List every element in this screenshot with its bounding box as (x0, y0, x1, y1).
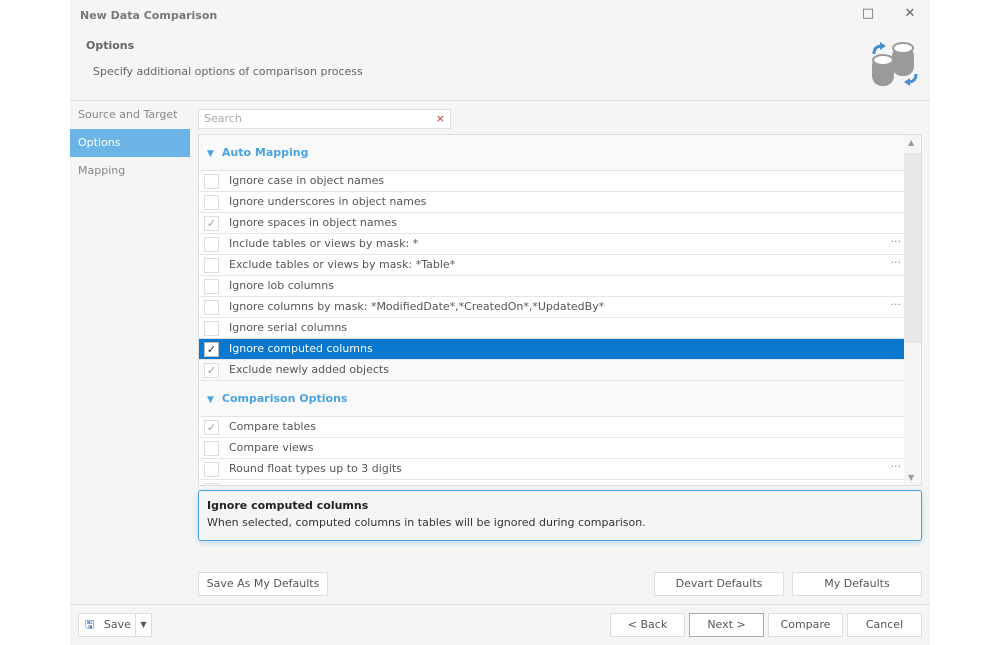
save-dropdown-icon[interactable]: ▼ (135, 614, 151, 636)
more-options-icon[interactable]: ··· (891, 232, 902, 252)
option-row[interactable]: Include tables or views by mask: * ··· (199, 234, 905, 255)
footer-divider (70, 604, 930, 605)
save-button[interactable]: 🖫 Save ▼ (78, 613, 152, 637)
option-label: Compare views (229, 441, 314, 454)
search-placeholder: Search (204, 112, 242, 125)
checkbox[interactable] (204, 174, 219, 189)
option-row[interactable]: Ignore lob columns (199, 276, 905, 297)
option-label: Ignore serial columns (229, 321, 348, 334)
checkbox[interactable] (204, 483, 219, 485)
chevron-down-icon[interactable]: ▼ (207, 149, 214, 159)
page-subtitle: Specify additional options of comparison… (93, 65, 363, 78)
maximize-button[interactable]: □ (858, 6, 878, 26)
search-input[interactable]: Search × (198, 109, 451, 129)
option-row[interactable] (199, 480, 905, 485)
group-header[interactable]: ▼ Comparison Options (199, 381, 921, 417)
option-label: Compare tables (229, 420, 316, 433)
more-options-icon[interactable]: ··· (891, 253, 902, 273)
checkbox[interactable] (204, 321, 219, 336)
option-row[interactable]: Round float types up to 3 digits ··· (199, 459, 905, 480)
option-label: Round float types up to 3 digits (229, 462, 402, 475)
checkbox[interactable] (204, 441, 219, 456)
sidebar-item-source-and-target[interactable]: Source and Target (70, 101, 190, 129)
save-as-my-defaults-button[interactable]: Save As My Defaults (198, 572, 328, 596)
option-label: Ignore lob columns (229, 279, 334, 292)
group-header[interactable]: ▼ Auto Mapping (199, 135, 921, 171)
checkbox[interactable] (204, 195, 219, 210)
checkbox[interactable]: ✓ (204, 342, 219, 357)
checkbox[interactable] (204, 300, 219, 315)
options-list: ▼ Auto Mapping Ignore case in object names… (198, 134, 922, 486)
option-label: Exclude newly added objects (229, 363, 389, 376)
next-button[interactable]: Next > (689, 613, 764, 637)
group-title: Auto Mapping (221, 146, 309, 159)
checkbox[interactable]: ✓ (204, 216, 219, 231)
option-label: Ignore spaces in object names (229, 216, 397, 229)
checkbox[interactable] (204, 258, 219, 273)
checkbox[interactable] (204, 279, 219, 294)
more-options-icon[interactable]: ··· (891, 457, 902, 477)
save-label: Save (103, 618, 131, 631)
option-label: Include tables or views by mask: * (229, 237, 419, 250)
option-label: Ignore underscores in object names (229, 195, 427, 208)
option-row[interactable]: Compare views (199, 438, 905, 459)
clear-search-icon[interactable]: × (436, 110, 445, 128)
description-text: When selected, computed columns in table… (207, 516, 646, 529)
scroll-down-icon[interactable]: ▼ (908, 473, 914, 482)
option-label: Exclude tables or views by mask: *Table* (229, 258, 456, 271)
option-label: Ignore columns by mask: *ModifiedDate*,*… (229, 300, 605, 313)
back-button[interactable]: < Back (610, 613, 685, 637)
option-row[interactable]: ✓ Ignore spaces in object names (199, 213, 905, 234)
option-row[interactable]: ✓ Ignore computed columns (199, 339, 905, 360)
option-row[interactable]: ✓ Exclude newly added objects (199, 360, 905, 381)
option-label: Ignore case in object names (229, 174, 385, 187)
more-options-icon[interactable]: ··· (891, 295, 902, 315)
sidebar-item-mapping[interactable]: Mapping (70, 157, 190, 185)
devart-defaults-button[interactable]: Devart Defaults (654, 572, 784, 596)
option-row[interactable]: Exclude tables or views by mask: *Table*… (199, 255, 905, 276)
sidebar: Source and Target Options Mapping (70, 101, 190, 604)
close-button[interactable]: ✕ (900, 6, 920, 26)
option-row[interactable]: ✓ Compare tables (199, 417, 905, 438)
dialog: New Data Comparison □ ✕ Options Specify … (70, 0, 930, 645)
option-row[interactable]: Ignore columns by mask: *ModifiedDate*,*… (199, 297, 905, 318)
scrollbar-thumb[interactable] (904, 153, 921, 343)
description-title: Ignore computed columns (207, 499, 369, 512)
checkbox[interactable]: ✓ (204, 363, 219, 378)
chevron-down-icon[interactable]: ▼ (207, 395, 214, 405)
description-box: Ignore computed columns When selected, c… (198, 490, 922, 541)
database-compare-icon (872, 42, 918, 86)
scroll-up-icon[interactable]: ▲ (908, 138, 914, 147)
my-defaults-button[interactable]: My Defaults (792, 572, 922, 596)
window-title: New Data Comparison (80, 9, 218, 22)
option-row[interactable]: Ignore serial columns (199, 318, 905, 339)
scrollbar[interactable]: ▲ ▼ (904, 135, 921, 485)
checkbox[interactable] (204, 237, 219, 252)
option-row[interactable]: Ignore case in object names (199, 171, 905, 192)
sidebar-item-options[interactable]: Options (70, 129, 190, 157)
options-panel: Search × ▼ Auto Mapping Ignore case in obj… (190, 101, 930, 604)
checkbox[interactable]: ✓ (204, 420, 219, 435)
compare-button[interactable]: Compare (768, 613, 843, 637)
save-icon: 🖫 (85, 618, 95, 631)
page-title: Options (86, 39, 135, 52)
option-label: Ignore computed columns (229, 342, 373, 355)
checkbox[interactable] (204, 462, 219, 477)
option-row[interactable]: Ignore underscores in object names (199, 192, 905, 213)
cancel-button[interactable]: Cancel (847, 613, 922, 637)
group-title: Comparison Options (221, 392, 348, 405)
